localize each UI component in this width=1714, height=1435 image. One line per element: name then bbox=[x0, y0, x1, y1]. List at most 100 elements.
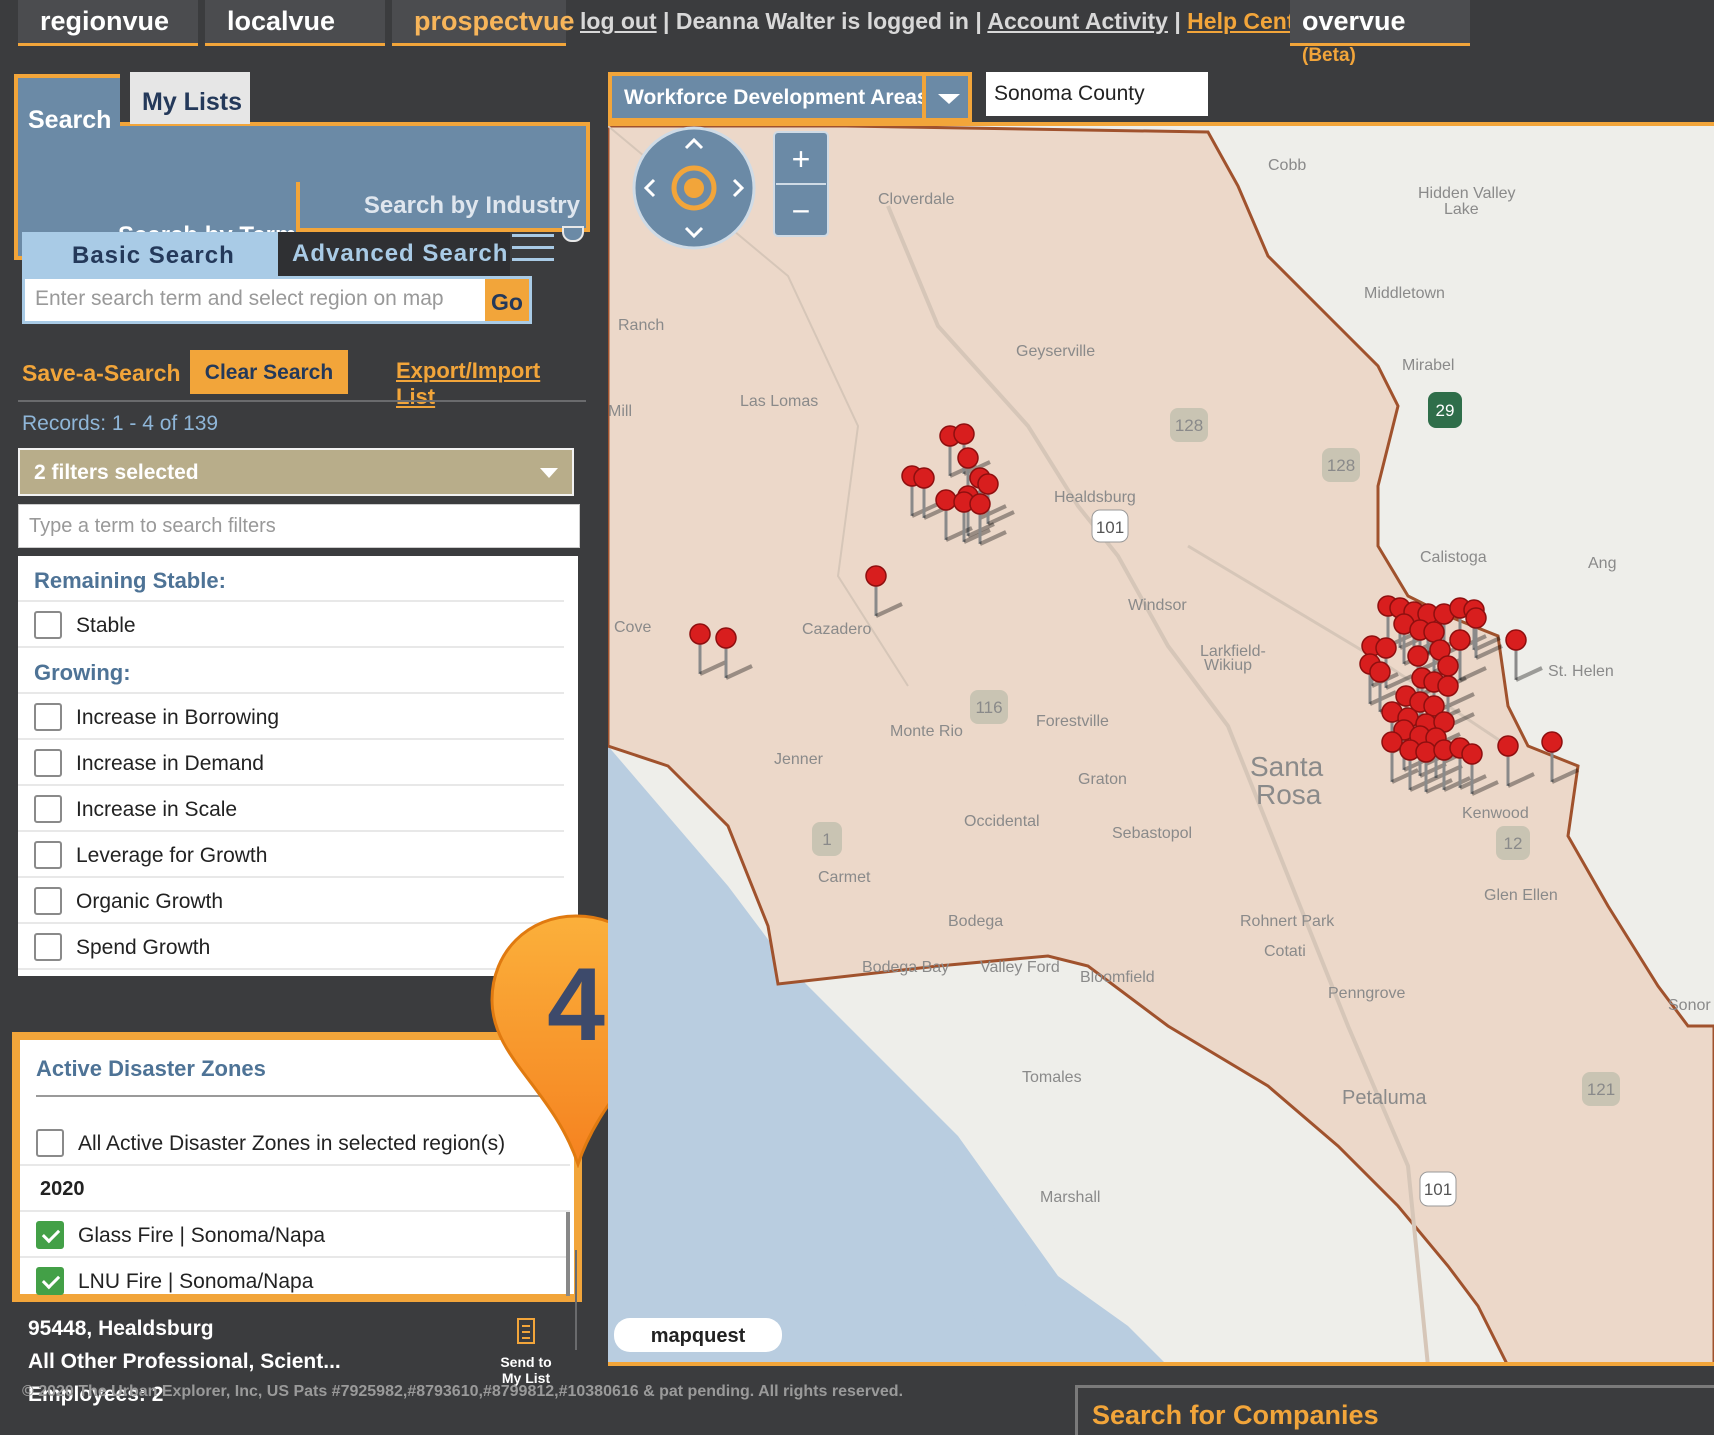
svg-text:101: 101 bbox=[1096, 518, 1124, 537]
account-links: log out | Deanna Walter is logged in | A… bbox=[580, 8, 1317, 34]
filters-dropdown[interactable]: 2 filters selected bbox=[18, 448, 574, 496]
tab-advanced-search[interactable]: Advanced Search bbox=[278, 232, 510, 276]
divider bbox=[18, 400, 586, 402]
map-pin[interactable] bbox=[1415, 741, 1437, 763]
map-pin[interactable] bbox=[977, 473, 999, 495]
disaster-zones-title: Active Disaster Zones bbox=[36, 1056, 266, 1081]
checkbox[interactable] bbox=[34, 749, 62, 777]
map-pin[interactable] bbox=[935, 489, 957, 511]
checkbox[interactable] bbox=[34, 933, 62, 961]
go-button[interactable]: Go bbox=[485, 279, 529, 321]
checkbox[interactable] bbox=[34, 887, 62, 915]
map-pin[interactable] bbox=[1407, 645, 1429, 667]
svg-text:Ranch: Ranch bbox=[618, 317, 664, 334]
map-pin[interactable] bbox=[1369, 661, 1391, 683]
list-icon bbox=[517, 1318, 535, 1344]
tab-prospectvue[interactable]: prospectvue bbox=[392, 0, 575, 46]
clear-search-button[interactable]: Clear Search bbox=[190, 350, 348, 394]
map-pin[interactable] bbox=[1505, 629, 1527, 651]
map-pin[interactable] bbox=[1449, 629, 1471, 651]
map-pin[interactable] bbox=[913, 467, 935, 489]
map-view[interactable]: 128 128 101 116 1 12 101 121 29 Cobb Hid… bbox=[608, 122, 1714, 1366]
map-pin[interactable] bbox=[1381, 731, 1403, 753]
tab-search[interactable]: Search bbox=[14, 74, 120, 198]
svg-text:Cove: Cove bbox=[614, 619, 651, 636]
svg-text:Tomales: Tomales bbox=[1022, 1069, 1082, 1086]
svg-text:Rosa: Rosa bbox=[1256, 779, 1322, 810]
export-import-link[interactable]: Export/Import List bbox=[396, 358, 582, 410]
map-pin[interactable] bbox=[957, 447, 979, 469]
svg-text:Valley Ford: Valley Ford bbox=[980, 959, 1060, 976]
logged-in-text: Deanna Walter is logged in bbox=[675, 8, 969, 34]
svg-text:Las Lomas: Las Lomas bbox=[740, 393, 818, 410]
county-field[interactable]: Sonoma County bbox=[986, 72, 1208, 116]
map-pin[interactable] bbox=[1437, 675, 1459, 697]
filter-item[interactable]: Increase in Borrowing bbox=[18, 694, 564, 740]
save-a-search-link[interactable]: Save-a-Search bbox=[22, 360, 181, 387]
map-pin[interactable] bbox=[1461, 743, 1483, 765]
svg-text:128: 128 bbox=[1327, 456, 1355, 475]
tab-localvue[interactable]: localvue bbox=[205, 0, 385, 46]
checkbox[interactable] bbox=[34, 611, 62, 639]
search-input[interactable] bbox=[25, 279, 485, 319]
filter-item[interactable]: Organic Growth bbox=[18, 878, 564, 924]
svg-text:Graton: Graton bbox=[1078, 771, 1127, 788]
filter-item[interactable]: Increase in Scale bbox=[18, 786, 564, 832]
filter-item[interactable]: Glass Fire | Sonoma/Napa bbox=[20, 1212, 570, 1258]
map-pin[interactable] bbox=[1375, 637, 1397, 659]
send-to-my-list-button[interactable]: Send to My List bbox=[490, 1318, 562, 1386]
svg-text:Marshall: Marshall bbox=[1040, 1189, 1100, 1206]
scrollbar[interactable] bbox=[566, 1212, 570, 1296]
map-pin[interactable] bbox=[953, 423, 975, 445]
zoom-control[interactable]: + − bbox=[773, 131, 829, 237]
callout-number: 4 bbox=[547, 947, 605, 1063]
checkbox[interactable] bbox=[34, 841, 62, 869]
filter-item[interactable]: LNU Fire | Sonoma/Napa bbox=[20, 1258, 570, 1304]
search-for-companies-panel[interactable]: Search for Companies bbox=[1075, 1385, 1714, 1435]
search-actions: Save-a-Search Clear Search Export/Import… bbox=[22, 350, 582, 409]
area-selector-dropdown[interactable]: Workforce Development Areas bbox=[608, 72, 972, 122]
chevron-up-icon[interactable] bbox=[562, 226, 584, 242]
checkbox[interactable] bbox=[34, 703, 62, 731]
map-pin[interactable] bbox=[1541, 731, 1563, 753]
year-heading: 2020 bbox=[20, 1166, 570, 1212]
filter-search-input[interactable] bbox=[19, 505, 579, 547]
checkbox[interactable] bbox=[36, 1129, 64, 1157]
map-pan-control[interactable] bbox=[632, 126, 756, 250]
map-pin[interactable] bbox=[689, 623, 711, 645]
search-by-industry[interactable]: Search by Industry bbox=[364, 192, 580, 220]
svg-text:St. Helen: St. Helen bbox=[1548, 663, 1614, 680]
map-canvas[interactable]: 128 128 101 116 1 12 101 121 29 Cobb Hid… bbox=[608, 126, 1714, 1366]
tab-regionvue[interactable]: regionvue bbox=[18, 0, 198, 46]
result-zip-city: 95448, Healdsburg bbox=[28, 1317, 214, 1340]
map-pin[interactable] bbox=[1465, 607, 1487, 629]
filter-item[interactable]: Leverage for Growth bbox=[18, 832, 564, 878]
svg-text:Monte Rio: Monte Rio bbox=[890, 723, 963, 740]
account-activity-link[interactable]: Account Activity bbox=[987, 8, 1168, 34]
filter-item[interactable]: Spend Growth bbox=[18, 924, 564, 970]
tab-my-lists[interactable]: My Lists bbox=[130, 72, 250, 124]
tab-basic-search[interactable]: Basic Search bbox=[22, 232, 278, 276]
svg-text:Petaluma: Petaluma bbox=[1342, 1087, 1427, 1109]
map-pin[interactable] bbox=[1437, 655, 1459, 677]
chevron-down-icon[interactable] bbox=[922, 76, 968, 118]
map-pin[interactable] bbox=[1497, 735, 1519, 757]
map-pin[interactable] bbox=[1423, 621, 1445, 643]
map-pin[interactable] bbox=[865, 565, 887, 587]
svg-text:Carmet: Carmet bbox=[818, 869, 871, 886]
checkbox-checked[interactable] bbox=[36, 1267, 64, 1295]
filter-item[interactable]: Increase in Demand bbox=[18, 740, 564, 786]
map-pin[interactable] bbox=[969, 493, 991, 515]
search-input-wrapper: Go bbox=[22, 276, 532, 324]
map-pin[interactable] bbox=[715, 627, 737, 649]
svg-text:Sebastopol: Sebastopol bbox=[1112, 825, 1192, 842]
menu-icon[interactable] bbox=[512, 234, 554, 270]
checkbox-checked[interactable] bbox=[36, 1221, 64, 1249]
checkbox[interactable] bbox=[34, 795, 62, 823]
zoom-in-button[interactable]: + bbox=[792, 141, 811, 177]
zoom-out-button[interactable]: − bbox=[792, 193, 811, 229]
filter-item[interactable]: Stable bbox=[18, 602, 564, 648]
svg-text:Mill: Mill bbox=[608, 403, 632, 420]
logout-link[interactable]: log out bbox=[580, 8, 657, 34]
tab-overvue[interactable]: overvue (Beta) bbox=[1290, 0, 1470, 66]
